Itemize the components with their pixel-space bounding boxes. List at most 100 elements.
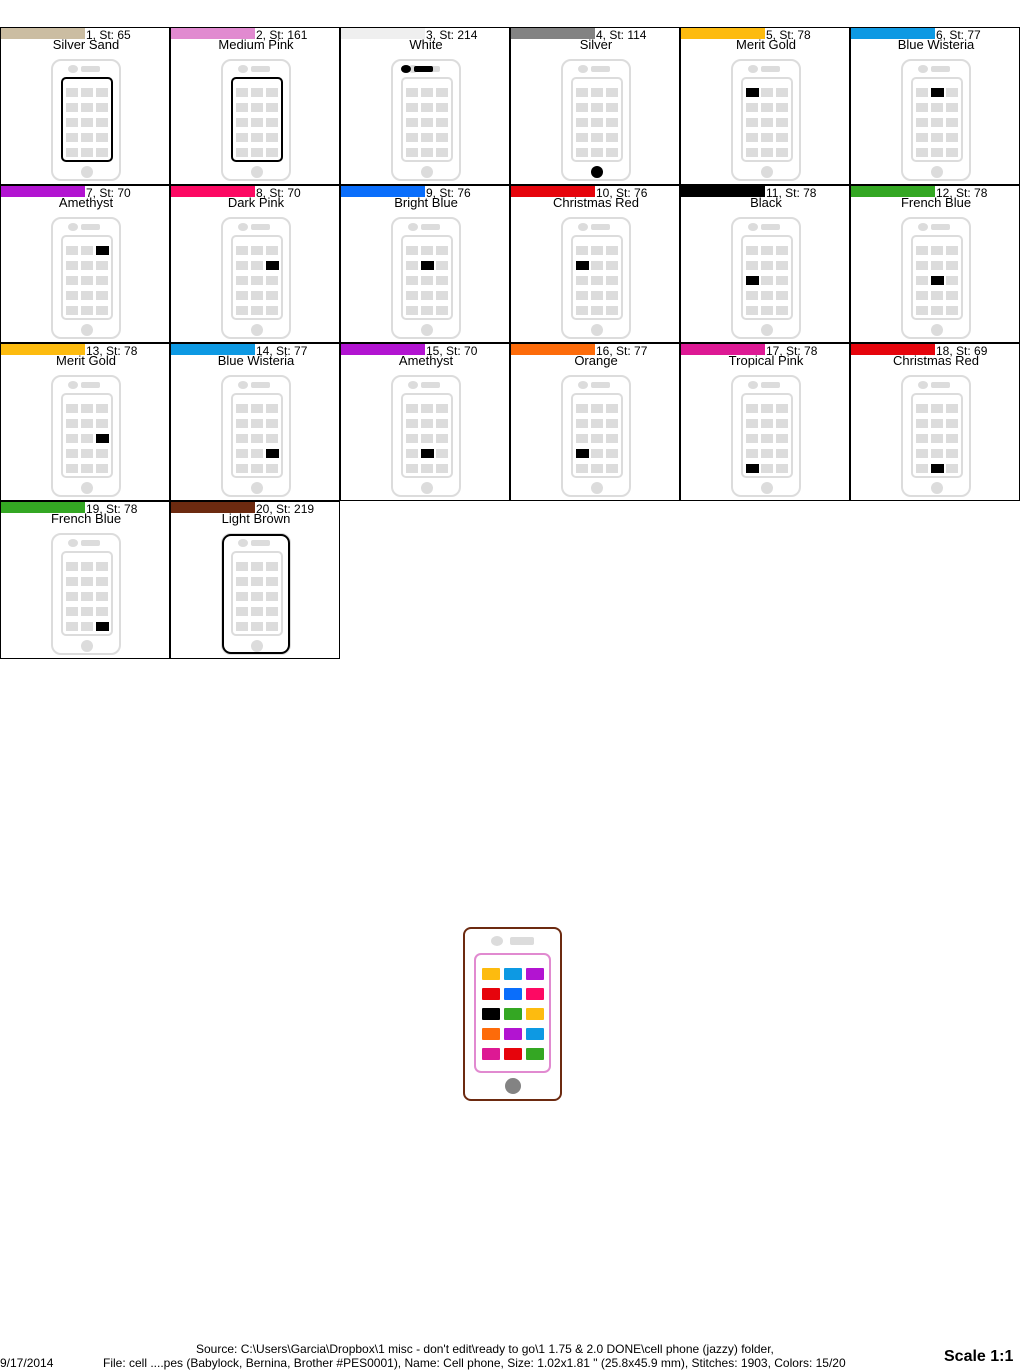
camera-dot bbox=[238, 539, 248, 547]
color-cell: 7, St: 70 Amethyst bbox=[0, 185, 170, 343]
app-icon bbox=[96, 103, 108, 112]
stitch-highlight bbox=[421, 261, 434, 270]
app-icon bbox=[504, 988, 522, 1000]
app-icon bbox=[591, 88, 603, 97]
app-icon bbox=[66, 148, 78, 157]
app-icon bbox=[421, 404, 433, 413]
app-icon bbox=[236, 133, 248, 142]
camera-dot bbox=[578, 65, 588, 73]
camera-dot bbox=[68, 539, 78, 547]
app-icon bbox=[251, 562, 263, 571]
app-icon bbox=[746, 306, 758, 315]
app-icon bbox=[421, 419, 433, 428]
home-button bbox=[761, 324, 773, 336]
color-name: Christmas Red bbox=[893, 353, 979, 368]
app-icon bbox=[66, 592, 78, 601]
home-button bbox=[421, 166, 433, 178]
home-button bbox=[591, 324, 603, 336]
app-icon bbox=[761, 276, 773, 285]
app-icon bbox=[251, 88, 263, 97]
app-icon bbox=[66, 88, 78, 97]
app-icon bbox=[421, 434, 433, 443]
app-icon bbox=[406, 118, 418, 127]
app-icon bbox=[761, 449, 773, 458]
app-icon bbox=[931, 404, 943, 413]
app-icon bbox=[591, 464, 603, 473]
app-icon bbox=[761, 133, 773, 142]
app-icon bbox=[946, 434, 958, 443]
camera-dot bbox=[748, 65, 758, 73]
app-icon bbox=[916, 434, 928, 443]
app-icon bbox=[576, 306, 588, 315]
app-icon bbox=[251, 592, 263, 601]
app-icon bbox=[916, 133, 928, 142]
app-icon bbox=[236, 118, 248, 127]
speaker-slot bbox=[81, 66, 100, 72]
home-button bbox=[931, 482, 943, 494]
app-icon bbox=[96, 118, 108, 127]
app-icon bbox=[776, 404, 788, 413]
app-icon bbox=[946, 246, 958, 255]
app-icon bbox=[81, 622, 93, 631]
app-icon bbox=[236, 291, 248, 300]
app-icon bbox=[436, 118, 448, 127]
camera-dot bbox=[68, 381, 78, 389]
app-icon bbox=[96, 419, 108, 428]
app-icon bbox=[236, 464, 248, 473]
camera-dot bbox=[68, 223, 78, 231]
app-icon bbox=[266, 419, 278, 428]
app-icon bbox=[931, 449, 943, 458]
app-icon bbox=[81, 291, 93, 300]
app-icon bbox=[931, 291, 943, 300]
app-icon bbox=[591, 306, 603, 315]
color-name: French Blue bbox=[50, 511, 122, 526]
app-icon bbox=[526, 1008, 544, 1020]
speaker-slot bbox=[591, 382, 610, 388]
app-icon bbox=[591, 419, 603, 428]
footer-source-path: Source: C:\Users\Garcia\Dropbox\1 misc -… bbox=[196, 1342, 774, 1356]
color-cell: 8, St: 70 Dark Pink bbox=[170, 185, 340, 343]
home-button bbox=[81, 324, 93, 336]
speaker-slot bbox=[251, 540, 270, 546]
color-cell: 17, St: 78 Tropical Pink bbox=[680, 343, 850, 501]
app-icon bbox=[482, 1008, 500, 1020]
speaker-slot bbox=[510, 937, 534, 945]
app-icon bbox=[761, 148, 773, 157]
app-icon bbox=[746, 404, 758, 413]
color-cell: 5, St: 78 Merit Gold bbox=[680, 27, 850, 185]
app-icon bbox=[591, 261, 603, 270]
app-icon bbox=[576, 276, 588, 285]
camera-dot bbox=[408, 223, 418, 231]
app-icon bbox=[526, 1048, 544, 1060]
color-cell: 4, St: 114 Silver bbox=[510, 27, 680, 185]
stitch-highlight bbox=[266, 449, 279, 458]
app-icon bbox=[761, 306, 773, 315]
speaker-slot bbox=[761, 382, 780, 388]
app-icon bbox=[504, 968, 522, 980]
app-icon bbox=[776, 449, 788, 458]
phone-thumbnail bbox=[221, 217, 291, 339]
app-icon bbox=[236, 276, 248, 285]
camera-dot bbox=[578, 223, 588, 231]
color-name: Tropical Pink bbox=[728, 353, 804, 368]
app-icon bbox=[916, 148, 928, 157]
stitch-highlight bbox=[576, 261, 589, 270]
color-name: Black bbox=[750, 195, 782, 210]
phone-thumbnail bbox=[561, 375, 631, 497]
color-name: Amethyst bbox=[58, 195, 114, 210]
app-icon bbox=[776, 88, 788, 97]
phone-thumbnail bbox=[51, 217, 121, 339]
phone-thumbnail bbox=[51, 533, 121, 655]
color-cell: 15, St: 70 Amethyst bbox=[340, 343, 510, 501]
app-icon bbox=[236, 592, 248, 601]
color-cell: 12, St: 78 French Blue bbox=[850, 185, 1020, 343]
app-icon bbox=[946, 291, 958, 300]
app-icon bbox=[266, 103, 278, 112]
stitch-highlight bbox=[746, 276, 759, 285]
app-icon bbox=[916, 103, 928, 112]
app-icon bbox=[946, 133, 958, 142]
app-icon bbox=[576, 246, 588, 255]
speaker-slot bbox=[251, 224, 270, 230]
app-icon bbox=[236, 562, 248, 571]
color-name: Silver bbox=[579, 37, 613, 52]
